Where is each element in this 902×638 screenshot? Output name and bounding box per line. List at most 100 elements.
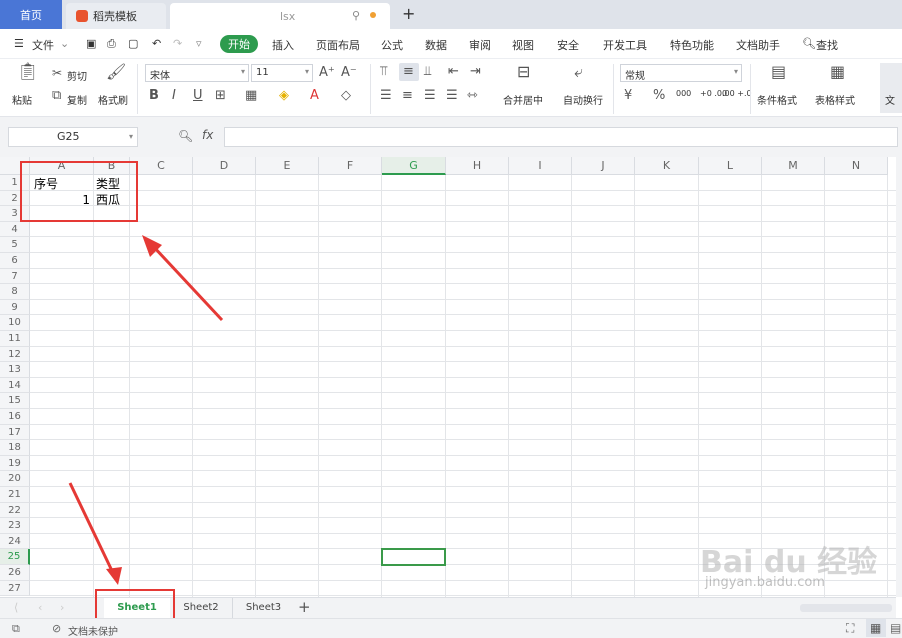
zoom-function-icon[interactable]: 🔍︎	[178, 129, 193, 143]
align-left-icon[interactable]: ☰	[380, 89, 392, 103]
grid-view-icon[interactable]: ▦	[870, 621, 881, 635]
menu-data[interactable]: 数据	[425, 37, 447, 53]
indent-increase-icon[interactable]: ⇥	[470, 65, 481, 79]
watermark-url: jingyan.baidu.com	[705, 575, 825, 590]
align-bottom-icon[interactable]: ⫫	[424, 65, 431, 79]
fx-button[interactable]: fx	[202, 128, 213, 142]
menu-features[interactable]: 特色功能	[670, 37, 714, 53]
thousands-button[interactable]: 000	[676, 89, 691, 98]
sheet-nav-first-icon[interactable]: ⟨	[14, 601, 18, 614]
align-middle-icon[interactable]: ≡	[403, 65, 414, 79]
conditional-format-button[interactable]: 条件格式	[757, 92, 797, 107]
status-layout-icon[interactable]: ⧉	[12, 622, 20, 636]
tab-template[interactable]: 稻壳模板	[66, 3, 166, 29]
vertical-scrollbar[interactable]	[896, 157, 902, 597]
fill-color-icon[interactable]: ◈	[279, 89, 289, 103]
font-color-icon[interactable]: A	[310, 89, 319, 103]
indent-decrease-icon[interactable]: ⇤	[448, 65, 459, 79]
menu-view[interactable]: 视图	[512, 37, 534, 53]
menu-developer[interactable]: 开发工具	[603, 37, 647, 53]
save-icon[interactable]: ▣	[86, 37, 96, 50]
tab-document[interactable]: lsx ⚲	[170, 3, 390, 29]
copy-icon[interactable]: ⧉	[52, 89, 61, 103]
menu-file[interactable]: 文件	[32, 37, 54, 53]
document-protect-status[interactable]: 文档未保护	[68, 623, 118, 638]
sheet-nav-next-icon[interactable]: ›	[60, 601, 64, 614]
percent-button[interactable]: %	[653, 89, 665, 103]
font-family-select[interactable]: 宋体 ▾	[145, 64, 249, 82]
justify-icon[interactable]: ☰	[446, 89, 458, 103]
format-painter-button[interactable]: 格式刷	[98, 92, 128, 107]
tab-home-label: 首页	[20, 8, 42, 22]
menu-insert[interactable]: 插入	[272, 37, 294, 53]
annotation-box-sheet	[95, 589, 175, 621]
paste-icon[interactable]: 📋︎	[17, 64, 39, 81]
menu-review[interactable]: 审阅	[469, 37, 491, 53]
sheet-nav-prev-icon[interactable]: ‹	[38, 601, 42, 614]
align-center-icon[interactable]: ≡	[402, 89, 413, 103]
add-sheet-button[interactable]: +	[298, 598, 311, 616]
chevron-down-icon: ▾	[240, 67, 245, 76]
align-right-icon[interactable]: ☰	[424, 89, 436, 103]
annotation-arrows	[68, 235, 224, 585]
number-format-select[interactable]: 常规 ▾	[620, 64, 742, 82]
menu-formula[interactable]: 公式	[381, 37, 403, 53]
formula-input[interactable]	[224, 127, 898, 147]
fill-pattern-icon[interactable]: ▦	[245, 89, 257, 103]
spreadsheet-grid[interactable]: ABCDEFGHIJKLMN 1 2 3 4 5 6 7 8 9 10 11 12 13 14 15 16 17…	[0, 157, 896, 597]
eraser-icon[interactable]: ◇	[341, 89, 351, 103]
wrap-text-icon[interactable]: ⤶	[574, 64, 583, 80]
horizontal-scrollbar[interactable]	[800, 604, 892, 612]
number-format-value: 常规	[625, 71, 645, 82]
border-icon[interactable]: ⊞	[215, 89, 226, 103]
quick-access-dropdown-icon[interactable]: ▿	[196, 37, 202, 50]
copy-button[interactable]: 复制	[67, 92, 87, 107]
chevron-down-icon: ▾	[128, 132, 133, 141]
chevron-down-icon: ▾	[304, 67, 309, 76]
sheet-tab-3[interactable]: Sheet3	[232, 598, 294, 618]
hamburger-icon[interactable]: ☰	[14, 37, 24, 50]
page-view-icon[interactable]: ▤	[890, 621, 901, 635]
tab-template-label: 稻壳模板	[93, 10, 137, 23]
search-icon[interactable]: 🔍︎	[802, 37, 816, 50]
italic-icon[interactable]: I	[172, 89, 176, 103]
new-tab-button[interactable]: +	[402, 4, 415, 23]
menu-doc-assistant[interactable]: 文档助手	[736, 37, 780, 53]
underline-icon[interactable]: U	[193, 89, 203, 103]
wrap-text-button[interactable]: 自动换行	[563, 92, 603, 107]
format-painter-icon[interactable]: 🖌︎	[106, 64, 126, 80]
conditional-format-icon[interactable]: ▤	[771, 64, 786, 80]
sheet-tab-2[interactable]: Sheet2	[170, 598, 232, 618]
print-preview-icon[interactable]: ▢	[128, 37, 138, 50]
menu-security[interactable]: 安全	[557, 37, 579, 53]
increase-font-icon[interactable]: A⁺	[319, 66, 335, 80]
decrease-decimal-button[interactable]: .00 +.0	[722, 89, 752, 98]
merge-center-icon[interactable]: ⊟	[517, 64, 530, 80]
name-box-value: G25	[57, 130, 80, 143]
bold-icon[interactable]: B	[149, 89, 159, 103]
print-icon[interactable]: ⎙	[107, 37, 116, 51]
menu-search[interactable]: 查找	[816, 37, 838, 53]
cut-button[interactable]: 剪切	[67, 68, 87, 83]
tab-home[interactable]: 首页	[0, 0, 62, 29]
distribute-icon[interactable]: ⇿	[467, 89, 478, 103]
name-box[interactable]: G25 ▾	[8, 127, 138, 147]
currency-icon[interactable]: ¥	[624, 89, 632, 103]
cut-icon[interactable]: ✂	[52, 66, 62, 80]
merge-center-button[interactable]: 合并居中	[503, 92, 543, 107]
chevron-down-icon[interactable]: ⌄	[60, 37, 69, 50]
redo-icon[interactable]: ↷	[173, 37, 182, 50]
fullscreen-icon[interactable]: ⛶	[846, 621, 854, 636]
tab-start[interactable]: 开始	[220, 35, 258, 53]
ribbon-overflow-label: 文	[885, 96, 895, 107]
align-top-icon[interactable]: ⫪	[380, 65, 387, 79]
menu-page-layout[interactable]: 页面布局	[316, 37, 360, 53]
paste-button[interactable]: 粘贴	[12, 92, 32, 107]
table-style-button[interactable]: 表格样式	[815, 92, 855, 107]
table-style-icon[interactable]: ▦	[830, 64, 845, 80]
pin-icon[interactable]: ⚲	[352, 9, 360, 22]
font-size-select[interactable]: 11 ▾	[251, 64, 313, 82]
undo-icon[interactable]: ↶	[152, 37, 161, 50]
ribbon-toolbar: 📋︎ 粘贴 ✂ 剪切 ⧉ 复制 🖌︎ 格式刷 宋体 ▾ 11 ▾ A⁺ A⁻ B I…	[0, 59, 902, 117]
decrease-font-icon[interactable]: A⁻	[341, 66, 357, 80]
